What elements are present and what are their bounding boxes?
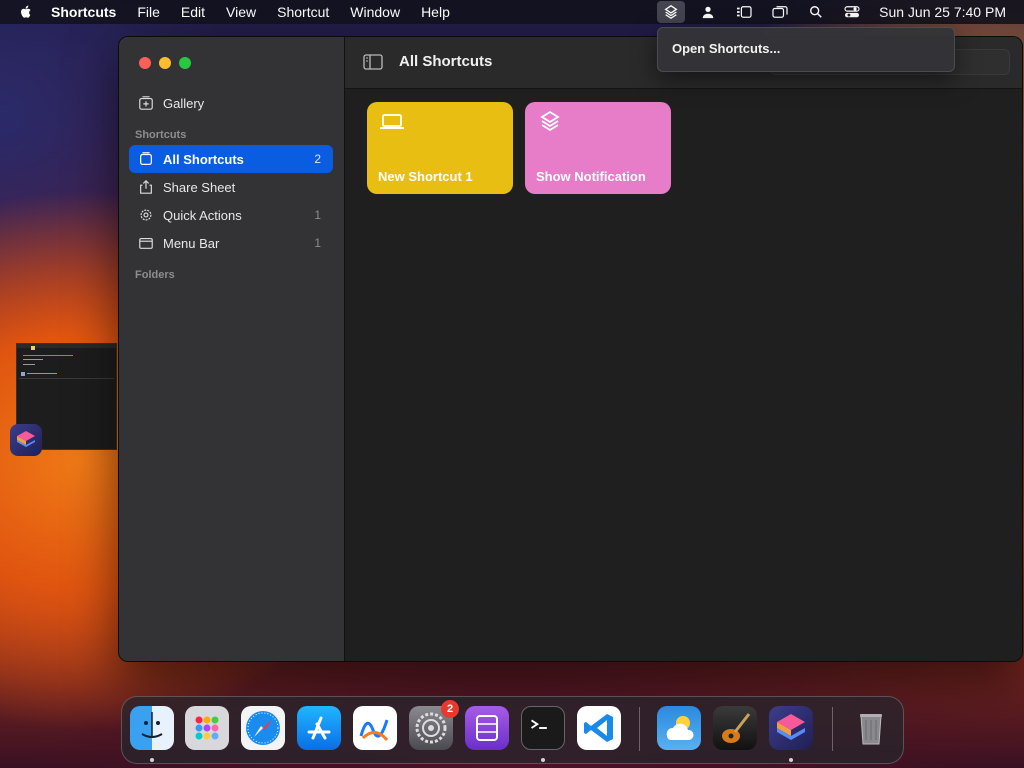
menu-bar-icon — [137, 234, 155, 252]
running-indicator — [789, 758, 793, 762]
sidebar-item-share-sheet[interactable]: Share Sheet — [129, 173, 333, 201]
shortcut-card-new-shortcut-1[interactable]: New Shortcut 1 — [367, 102, 513, 194]
sidebar-item-gallery[interactable]: Gallery — [129, 89, 333, 117]
apple-menu-icon[interactable] — [18, 4, 34, 20]
sidebar-item-label: Quick Actions — [163, 207, 242, 223]
window-controls — [139, 57, 199, 69]
shortcuts-menu-dropdown: Open Shortcuts... — [657, 27, 955, 72]
share-icon — [137, 178, 155, 196]
shortcuts-window: Gallery Shortcuts All Shortcuts 2 Share … — [118, 36, 1023, 662]
weather-icon[interactable] — [657, 706, 701, 750]
notification-badge: 2 — [441, 700, 459, 718]
menu-app-name[interactable]: Shortcuts — [51, 4, 116, 20]
minimize-window-button[interactable] — [159, 57, 171, 69]
sidebar-item-all-shortcuts[interactable]: All Shortcuts 2 — [129, 145, 333, 173]
shortcuts-menu-icon[interactable] — [657, 1, 686, 23]
trash-icon[interactable] — [849, 706, 893, 750]
layers-icon — [537, 110, 563, 133]
sidebar-item-label: All Shortcuts — [163, 151, 244, 167]
menu-shortcut[interactable]: Shortcut — [277, 4, 329, 20]
safari-icon[interactable] — [241, 706, 285, 750]
screen-mirroring-icon[interactable] — [771, 3, 789, 21]
shortcut-card-title: Show Notification — [536, 169, 646, 184]
sidebar-item-label: Share Sheet — [163, 179, 236, 195]
zoom-window-button[interactable] — [179, 57, 191, 69]
sidebar-section-shortcuts: Shortcuts — [135, 129, 187, 141]
shortcuts-grid: New Shortcut 1 Show Notification — [345, 89, 1022, 661]
dock-separator — [639, 707, 640, 751]
finder-icon[interactable] — [130, 706, 174, 750]
all-shortcuts-icon — [137, 150, 155, 168]
thumbnail-preview — [17, 344, 116, 379]
freeform-icon[interactable] — [353, 706, 397, 750]
menu-edit[interactable]: Edit — [181, 4, 205, 20]
sidebar-item-quick-actions[interactable]: Quick Actions 1 — [129, 201, 333, 229]
shortcut-card-title: New Shortcut 1 — [378, 169, 473, 184]
menu-file[interactable]: File — [137, 4, 160, 20]
gallery-icon — [137, 94, 155, 112]
running-indicator — [541, 758, 545, 762]
sidebar-toggle-icon[interactable] — [363, 53, 383, 71]
menu-bar-clock[interactable]: Sun Jun 25 7:40 PM — [879, 4, 1006, 20]
sidebar: Gallery Shortcuts All Shortcuts 2 Share … — [119, 37, 345, 661]
stage-manager-icon[interactable] — [735, 3, 753, 21]
gear-icon — [137, 206, 155, 224]
vscode-icon[interactable] — [577, 706, 621, 750]
control-center-icon[interactable] — [843, 3, 861, 21]
spotlight-search-icon[interactable] — [807, 3, 825, 21]
shortcuts-icon[interactable] — [769, 706, 813, 750]
sidebar-item-count: 1 — [314, 208, 321, 222]
menu-bar: Shortcuts File Edit View Shortcut Window… — [0, 0, 1024, 24]
menu-view[interactable]: View — [226, 4, 256, 20]
user-icon[interactable] — [699, 3, 717, 21]
menu-help[interactable]: Help — [421, 4, 450, 20]
sidebar-item-count: 1 — [314, 236, 321, 250]
sidebar-item-label: Gallery — [163, 95, 205, 111]
dock: 2 — [121, 696, 904, 764]
running-indicator — [150, 758, 154, 762]
open-shortcuts-menu-item[interactable]: Open Shortcuts... — [672, 41, 780, 56]
close-window-button[interactable] — [139, 57, 151, 69]
dock-separator — [832, 707, 833, 751]
sidebar-item-label: Menu Bar — [163, 235, 220, 251]
system-settings-icon[interactable]: 2 — [409, 700, 459, 750]
terminal-icon[interactable] — [521, 706, 565, 750]
app-store-icon[interactable] — [297, 706, 341, 750]
sidebar-item-count: 2 — [314, 152, 321, 166]
laptop-icon — [379, 111, 405, 133]
garageband-icon[interactable] — [713, 706, 757, 750]
apple-configurator-icon[interactable] — [465, 706, 509, 750]
page-title: All Shortcuts — [399, 53, 493, 70]
menu-bar-status-area: Sun Jun 25 7:40 PM — [657, 0, 1024, 24]
shortcut-card-show-notification[interactable]: Show Notification — [525, 102, 671, 194]
sidebar-item-menu-bar[interactable]: Menu Bar 1 — [129, 229, 333, 257]
launchpad-icon[interactable] — [185, 706, 229, 750]
shortcuts-app-thumbnail-icon[interactable] — [10, 424, 42, 456]
sidebar-section-folders: Folders — [135, 269, 175, 281]
menu-window[interactable]: Window — [350, 4, 400, 20]
